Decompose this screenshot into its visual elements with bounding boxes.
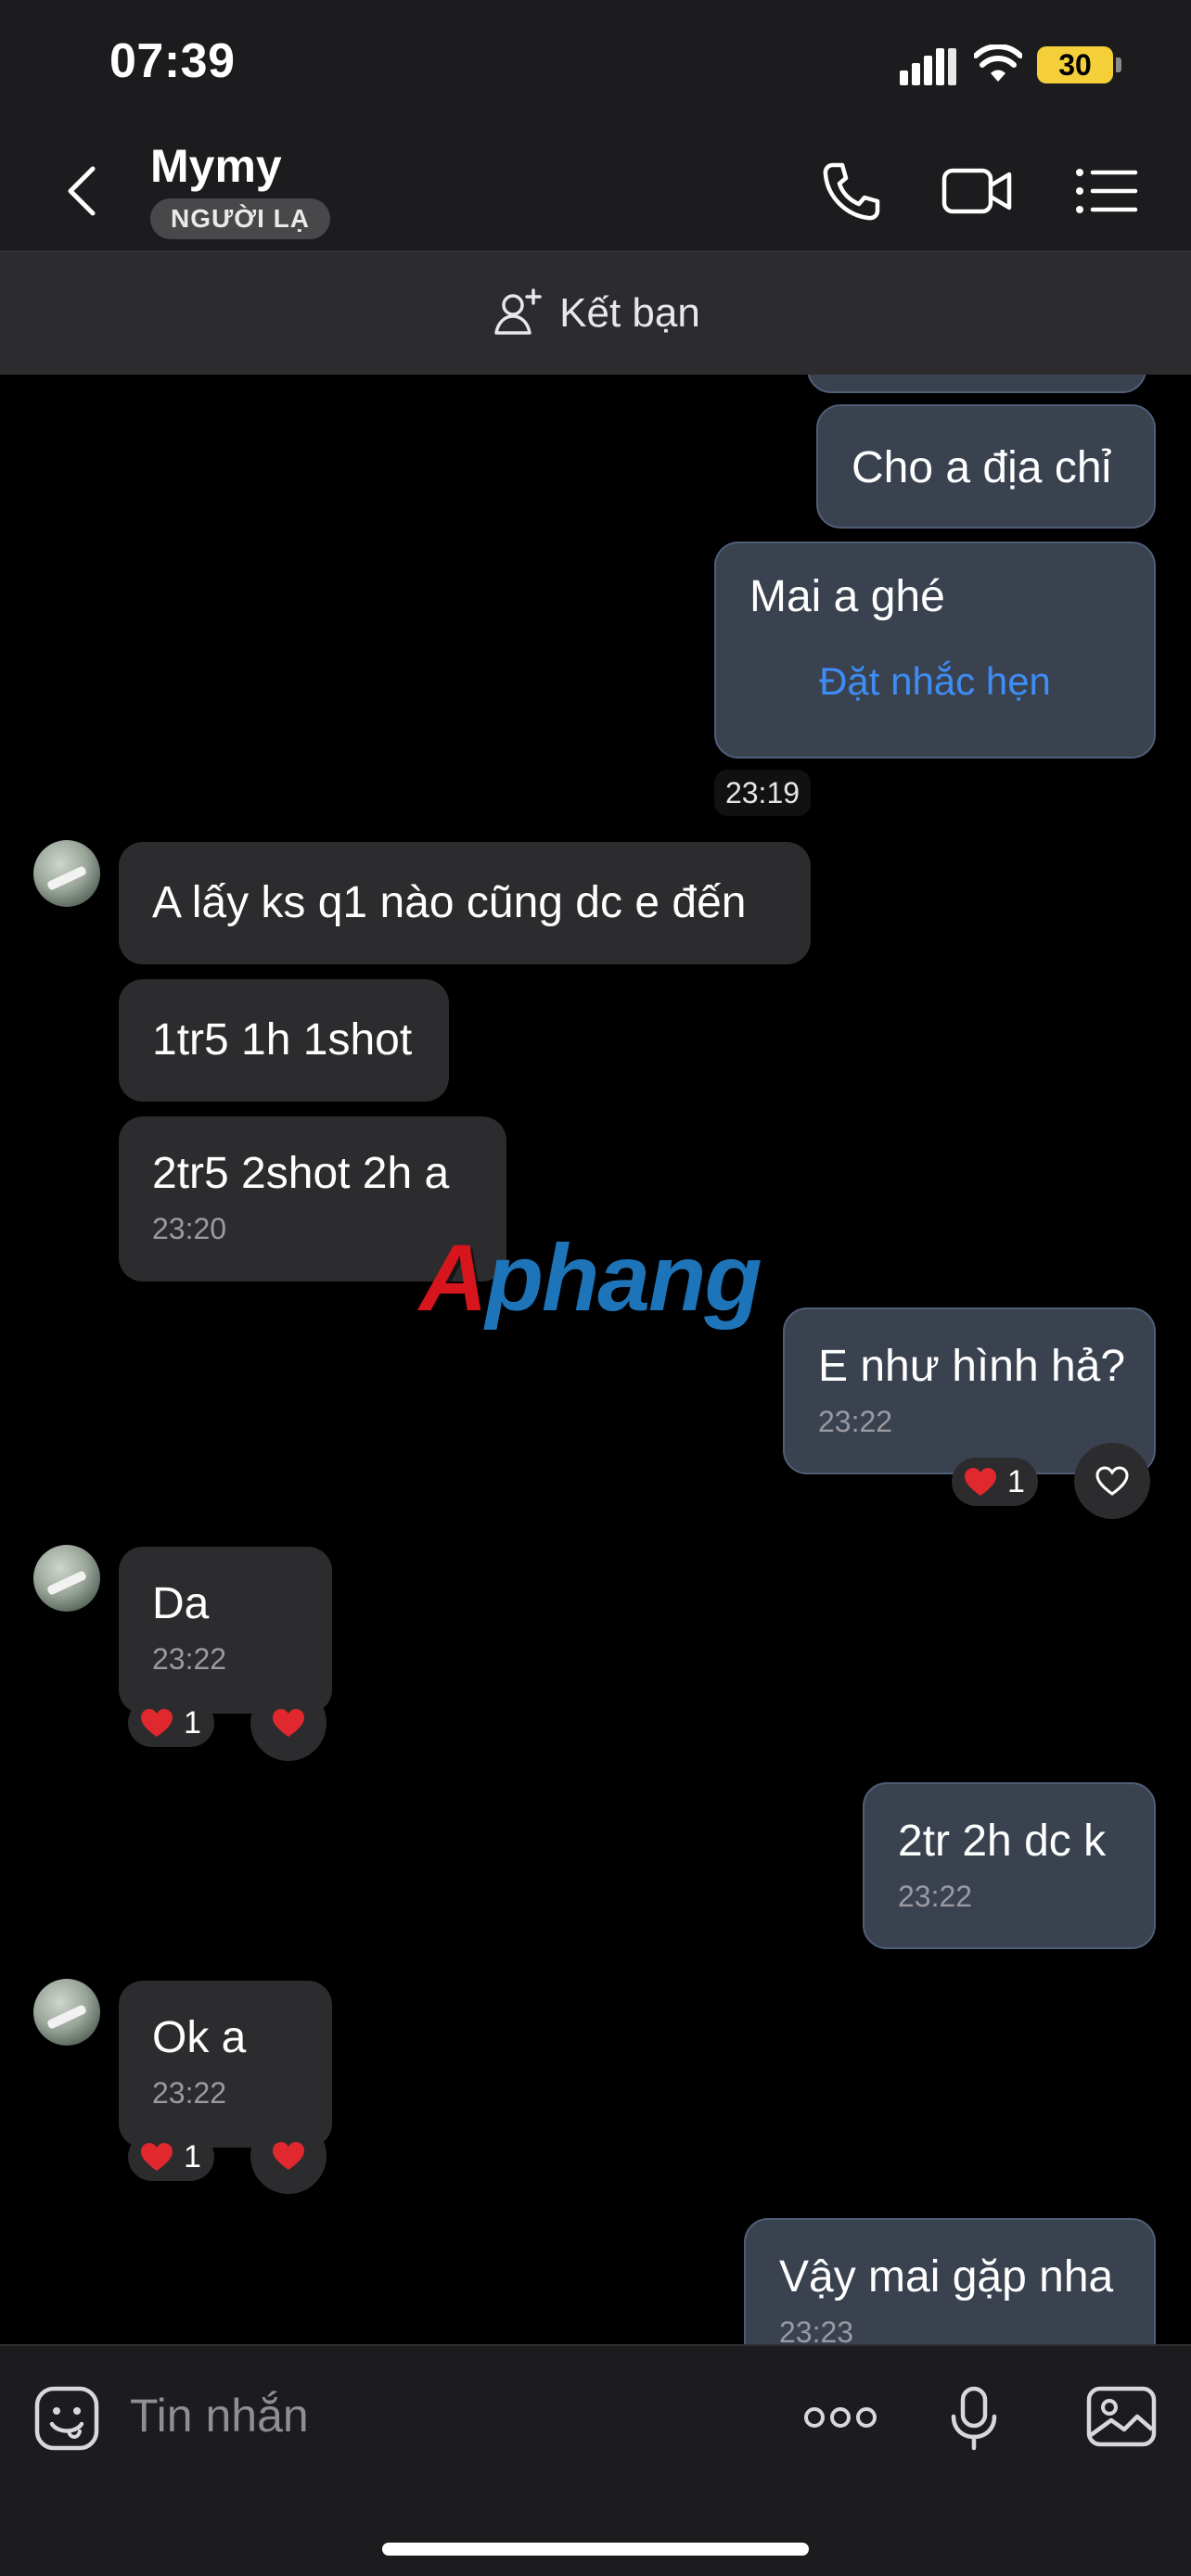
heart-icon (273, 1709, 304, 1737)
message-bubble-outgoing[interactable]: Mai a ghé Đặt nhắc hẹn (714, 542, 1156, 759)
message-bubble-outgoing[interactable]: 2tr 2h dc k 23:22 (863, 1782, 1156, 1949)
add-friend-icon (494, 288, 542, 335)
message-bubble-incoming[interactable]: A lấy ks q1 nào cũng dc e đến (119, 842, 811, 964)
message-input[interactable]: Tin nhắn (130, 2389, 309, 2442)
message-time: 23:22 (152, 1642, 227, 1676)
home-indicator[interactable] (382, 2543, 809, 2556)
message-time: 23:22 (152, 2076, 227, 2110)
signal-icon (900, 48, 957, 85)
reaction-count: 1 (1007, 1463, 1025, 1499)
message-bubble-outgoing[interactable]: Cho a địa chỉ (816, 404, 1156, 529)
sticker-icon[interactable] (33, 2385, 100, 2452)
react-button[interactable] (250, 1685, 327, 1761)
reaction-summary[interactable]: 1 (128, 2133, 214, 2181)
time-separator: 23:19 (714, 770, 811, 816)
message-bubble-partial[interactable] (807, 375, 1146, 393)
battery-icon: 30 (1037, 46, 1113, 83)
battery-cap (1116, 57, 1121, 72)
heart-icon (141, 1709, 173, 1737)
heart-icon (273, 2142, 304, 2170)
add-friend-label: Kết bạn (559, 290, 700, 336)
message-text: 1tr5 1h 1shot (152, 1015, 413, 1065)
message-time: 23:22 (818, 1405, 893, 1438)
message-list[interactable]: Cho a địa chỉ Mai a ghé Đặt nhắc hẹn 23:… (0, 375, 1191, 2344)
avatar[interactable] (33, 840, 100, 907)
back-icon[interactable] (50, 158, 117, 224)
message-text: Vậy mai gặp nha (779, 2252, 1114, 2302)
heart-outline-icon (1095, 1466, 1129, 1496)
message-text: Cho a địa chỉ (852, 443, 1112, 492)
set-reminder-link[interactable]: Đặt nhắc hẹn (749, 659, 1121, 704)
status-bar: 07:39 30 (0, 0, 1191, 130)
wifi-icon (974, 45, 1022, 82)
watermark-logo: Aphang (419, 1225, 762, 1331)
heart-icon (141, 2143, 173, 2171)
message-bubble-incoming[interactable]: 1tr5 1h 1shot (119, 979, 449, 1102)
heart-icon (965, 1468, 996, 1496)
stranger-badge: NGƯỜI LẠ (150, 198, 330, 239)
message-bubble-outgoing[interactable]: Vậy mai gặp nha 23:23 (744, 2218, 1156, 2344)
reaction-summary[interactable]: 1 (952, 1458, 1038, 1506)
chat-screen: 07:39 30 Mymy NGƯỜI LẠ Kết bạn Cho a địa… (0, 0, 1191, 2576)
avatar[interactable] (33, 1545, 100, 1612)
message-text: 2tr 2h dc k (898, 1817, 1107, 1866)
message-text: 2tr5 2shot 2h a (152, 1149, 450, 1198)
menu-icon[interactable] (1070, 158, 1145, 224)
reaction-summary[interactable]: 1 (128, 1699, 214, 1747)
reaction-count: 1 (184, 1704, 201, 1741)
message-text: A lấy ks q1 nào cũng dc e đến (152, 878, 747, 927)
message-text: Mai a ghé (749, 572, 945, 621)
more-icon[interactable] (803, 2394, 877, 2441)
add-friend-bar[interactable]: Kết bạn (0, 252, 1191, 375)
contact-name[interactable]: Mymy (150, 139, 282, 193)
message-time: 23:23 (779, 2315, 854, 2344)
chat-header: Mymy NGƯỜI LẠ (0, 130, 1191, 252)
avatar[interactable] (33, 1979, 100, 2046)
message-text: Ok a (152, 2013, 247, 2062)
reaction-count: 1 (184, 2138, 201, 2174)
message-time: 23:22 (898, 1880, 973, 1913)
message-text: Da (152, 1579, 210, 1628)
message-composer: Tin nhắn (0, 2344, 1191, 2576)
status-time: 07:39 (109, 34, 236, 88)
mic-icon[interactable] (948, 2385, 1000, 2452)
video-icon[interactable] (941, 158, 1015, 224)
image-icon[interactable] (1085, 2383, 1158, 2450)
react-button[interactable] (1074, 1443, 1150, 1519)
message-text: E như hình hả? (818, 1342, 1126, 1391)
react-button[interactable] (250, 2118, 327, 2194)
phone-icon[interactable] (813, 158, 887, 224)
